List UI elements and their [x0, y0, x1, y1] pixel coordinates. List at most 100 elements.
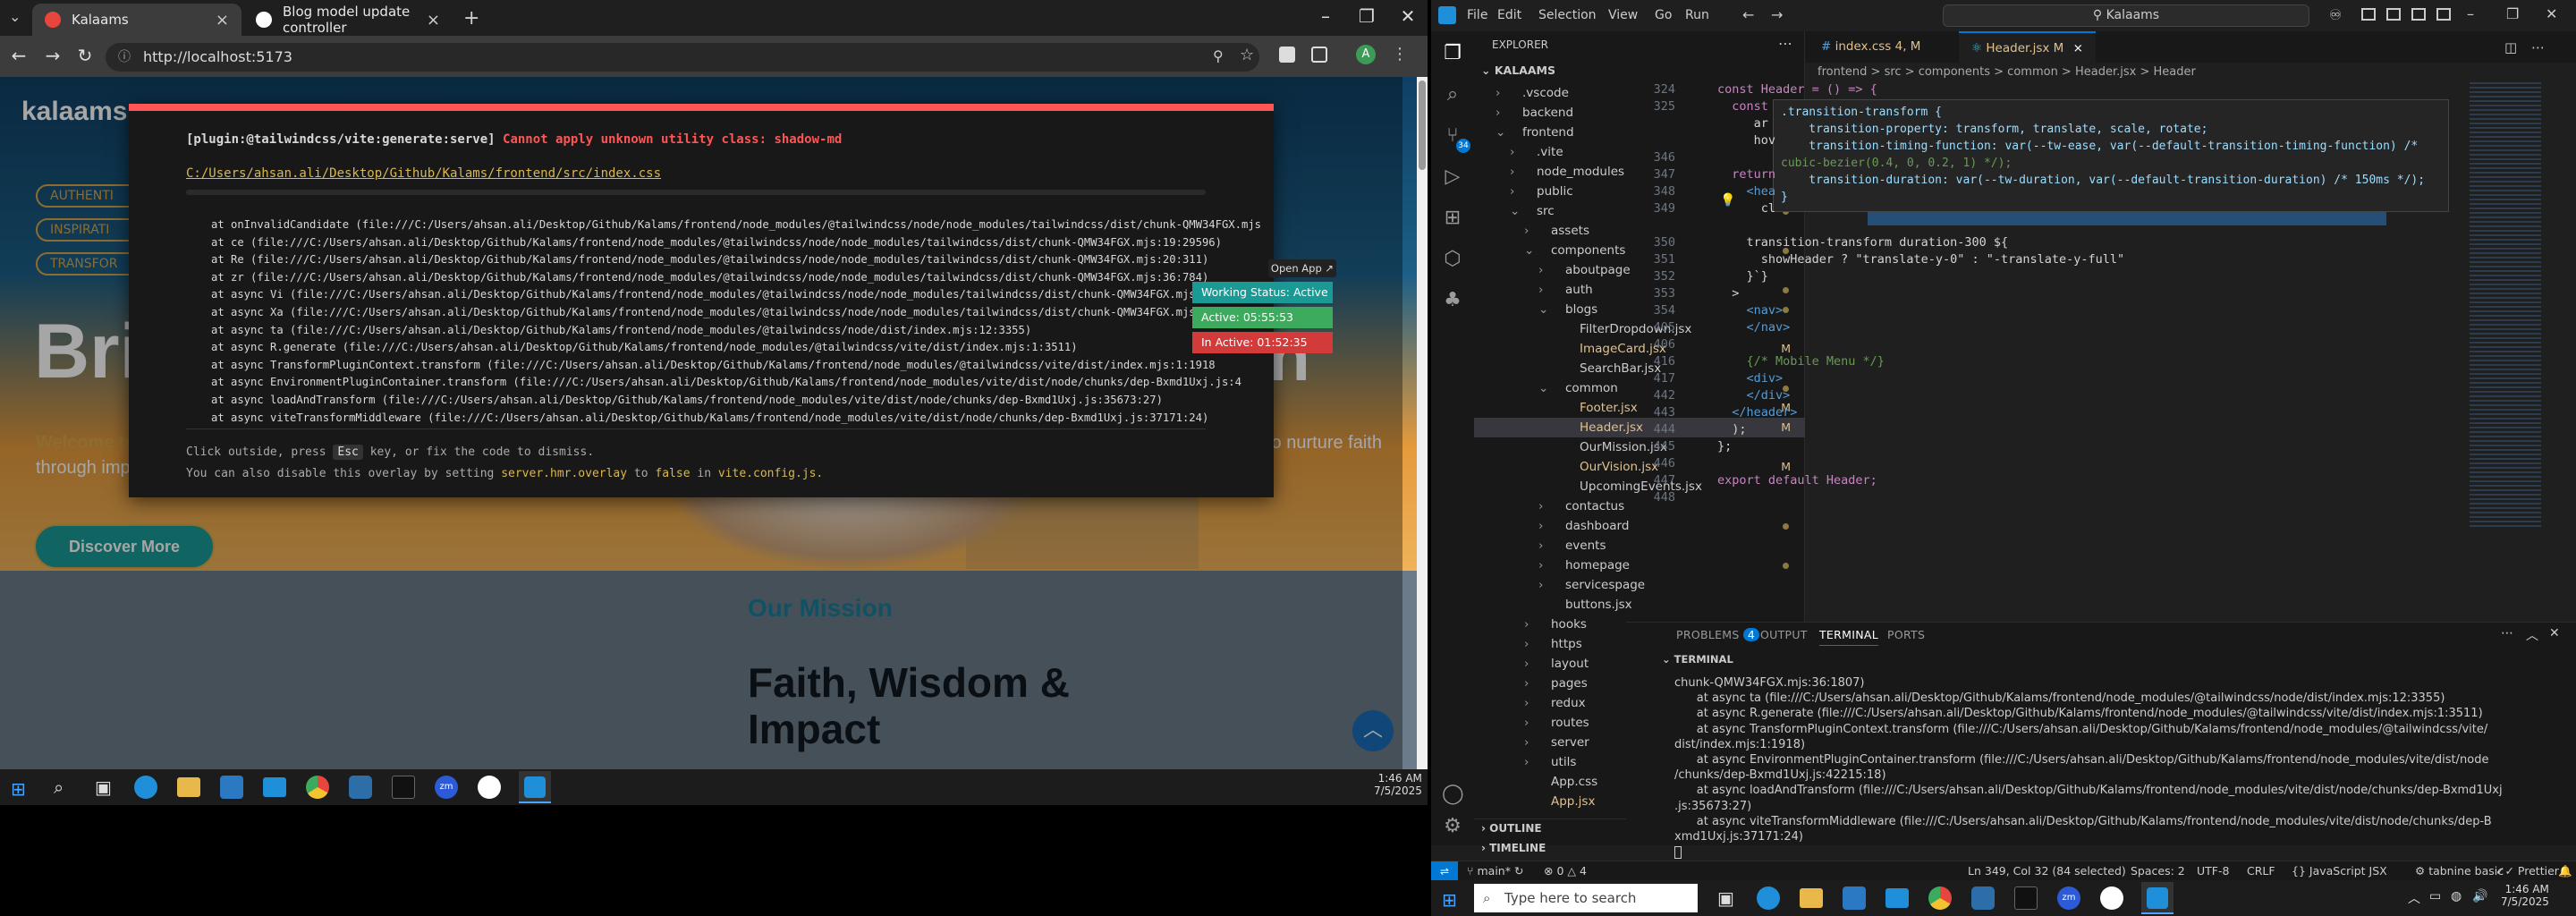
- stack-frame[interactable]: at onInvalidCandidate (file:///C:/Users/…: [211, 218, 1261, 231]
- app-icon[interactable]: [349, 776, 372, 799]
- close-window-icon[interactable]: ✕: [2546, 5, 2557, 22]
- stack-frame[interactable]: at async viteTransformMiddleware (file:/…: [211, 411, 1208, 424]
- code-line[interactable]: <div>: [1717, 371, 1784, 386]
- timeline-section[interactable]: › TIMELINE: [1481, 842, 1546, 854]
- github-icon[interactable]: [478, 776, 501, 799]
- code-line[interactable]: showHeader ? "translate-y-0" : "-transla…: [1717, 252, 2124, 267]
- site-info-icon[interactable]: ⓘ: [118, 43, 131, 72]
- extensions-icon[interactable]: ⊞: [1442, 207, 1463, 229]
- stack-frame[interactable]: at async loadAndTransform (file:///C:/Us…: [211, 394, 1163, 406]
- nav-forward-icon[interactable]: →: [1771, 6, 1783, 23]
- error-file-link[interactable]: C:/Users/ahsan.ali/Desktop/Github/Kalams…: [186, 166, 661, 181]
- menu-edit[interactable]: Edit: [1497, 8, 1521, 22]
- tab-index-css[interactable]: # index.css 4, M: [1809, 31, 1933, 63]
- github-icon[interactable]: [2100, 886, 2123, 910]
- encoding[interactable]: UTF-8: [2197, 864, 2229, 878]
- open-app-button[interactable]: Open App ↗: [1268, 259, 1336, 277]
- code-line[interactable]: );: [1717, 422, 1746, 437]
- language-mode[interactable]: {} JavaScript JSX: [2292, 864, 2387, 878]
- code-line[interactable]: return: [1717, 167, 1775, 182]
- edge-icon[interactable]: [134, 776, 157, 799]
- search-icon[interactable]: ⌕: [54, 776, 64, 798]
- code-line[interactable]: >: [1717, 286, 1739, 301]
- editor-more-icon[interactable]: ⋯: [2531, 39, 2545, 55]
- panel-more-icon[interactable]: ⋯: [2501, 626, 2513, 640]
- code-line[interactable]: </div>: [1717, 388, 1791, 403]
- explorer-icon[interactable]: ❐: [1442, 42, 1463, 64]
- code-line[interactable]: ar: [1717, 116, 1768, 131]
- code-line[interactable]: export default Header;: [1717, 473, 1877, 488]
- tree-folder[interactable]: › dashboard: [1474, 516, 1805, 536]
- taskbar-search[interactable]: ⌕ Type here to search: [1474, 884, 1698, 912]
- tab-problems[interactable]: PROBLEMS 4: [1676, 628, 1760, 641]
- profile-avatar[interactable]: A: [1356, 45, 1376, 64]
- prettier-indicator[interactable]: ✓✓ Prettier: [2496, 864, 2559, 878]
- tab-search-icon[interactable]: ⌄: [9, 8, 21, 25]
- search-icon[interactable]: ⌕: [1442, 83, 1463, 106]
- stack-frame[interactable]: at Re (file:///C:/Users/ahsan.ali/Deskto…: [211, 253, 1208, 266]
- zoom-icon[interactable]: zm: [2057, 886, 2080, 910]
- workspace-root[interactable]: ⌄ KALAAMS: [1481, 64, 1555, 77]
- remote-icon[interactable]: ⬡: [1442, 248, 1463, 270]
- tab-output[interactable]: OUTPUT: [1760, 628, 1808, 641]
- forward-icon[interactable]: →: [39, 45, 66, 66]
- task-view-icon[interactable]: ▣: [95, 776, 112, 798]
- back-icon[interactable]: ←: [5, 45, 32, 66]
- maximize-panel-icon[interactable]: ︿: [2526, 626, 2538, 644]
- settings-gear-icon[interactable]: ⚙: [1442, 815, 1463, 837]
- menu-selection[interactable]: Selection: [1538, 8, 1597, 22]
- copilot-icon[interactable]: ♾: [2329, 6, 2342, 23]
- maximize-icon[interactable]: ❐: [1349, 5, 1385, 27]
- stack-frame[interactable]: at zr (file:///C:/Users/ahsan.ali/Deskto…: [211, 271, 1208, 284]
- cursor-position[interactable]: Ln 349, Col 32 (84 selected): [1968, 864, 2126, 878]
- scrollbar-thumb[interactable]: [1419, 81, 1426, 170]
- code-line[interactable]: <nav>: [1717, 303, 1784, 318]
- code-line[interactable]: hov: [1717, 133, 1775, 148]
- remote-indicator-icon[interactable]: ⇌: [1431, 861, 1458, 881]
- file-explorer-icon[interactable]: [1800, 888, 1823, 908]
- page-scrollbar[interactable]: [1417, 77, 1428, 769]
- zoom-icon[interactable]: zm: [435, 776, 458, 799]
- store-icon[interactable]: [220, 776, 243, 799]
- run-debug-icon[interactable]: ▷: [1442, 165, 1463, 188]
- volume-icon[interactable]: 🔊: [2472, 889, 2487, 903]
- branch-indicator[interactable]: ⑂ main* ↻: [1467, 864, 1523, 878]
- tabnine-indicator[interactable]: ⚙ tabnine basic: [2415, 864, 2504, 878]
- mail-icon[interactable]: [1885, 888, 1909, 908]
- close-icon[interactable]: ×: [427, 11, 440, 30]
- problems-indicator[interactable]: ⊗ 0 △ 4: [1544, 864, 1587, 878]
- tray-chevron-icon[interactable]: ︿: [2408, 889, 2420, 907]
- chrome-icon[interactable]: [306, 776, 329, 799]
- extension-icon[interactable]: [1279, 47, 1295, 63]
- vscode-taskbar-icon[interactable]: [519, 771, 551, 803]
- command-center-search[interactable]: ⚲ Kalaams: [1943, 4, 2309, 27]
- tree-folder[interactable]: › events: [1474, 536, 1805, 556]
- outline-section[interactable]: › OUTLINE: [1481, 822, 1542, 835]
- windows-start-icon[interactable]: ⊞: [11, 778, 26, 800]
- edge-icon[interactable]: [1757, 886, 1780, 910]
- tree-folder[interactable]: › servicespage: [1474, 575, 1805, 595]
- code-line[interactable]: </header>: [1717, 405, 1797, 420]
- menu-file[interactable]: File: [1467, 8, 1487, 22]
- minimap[interactable]: [2464, 82, 2554, 583]
- menu-view[interactable]: View: [1608, 8, 1638, 22]
- menu-run[interactable]: Run: [1685, 8, 1709, 22]
- tab-kalaams[interactable]: Kalaams ×: [32, 4, 242, 36]
- account-icon[interactable]: ◯: [1442, 783, 1464, 805]
- breadcrumb[interactable]: frontend > src > components > common > H…: [1805, 63, 2576, 82]
- close-window-icon[interactable]: ✕: [1390, 5, 1426, 27]
- bookmark-star-icon[interactable]: ☆: [1240, 46, 1254, 64]
- tab-ports[interactable]: PORTS: [1887, 628, 1925, 641]
- code-line[interactable]: const: [1717, 99, 1768, 114]
- task-view-icon[interactable]: ▣: [1717, 887, 1734, 909]
- address-bar[interactable]: ⓘ http://localhost:5173: [106, 43, 1259, 72]
- line-ending[interactable]: CRLF: [2247, 864, 2275, 878]
- clock[interactable]: 1:46 AM 7/5/2025: [2501, 883, 2549, 908]
- code-line[interactable]: <hea: [1717, 184, 1776, 199]
- nav-back-icon[interactable]: ←: [1742, 6, 1754, 23]
- terminal-icon[interactable]: [2014, 886, 2038, 910]
- code-line[interactable]: transition-transform duration-300 ${: [1717, 235, 2009, 250]
- mail-icon[interactable]: [263, 777, 286, 797]
- toggle-secondary-icon[interactable]: [2436, 8, 2451, 21]
- more-menu-icon[interactable]: ⋮: [1392, 45, 1408, 64]
